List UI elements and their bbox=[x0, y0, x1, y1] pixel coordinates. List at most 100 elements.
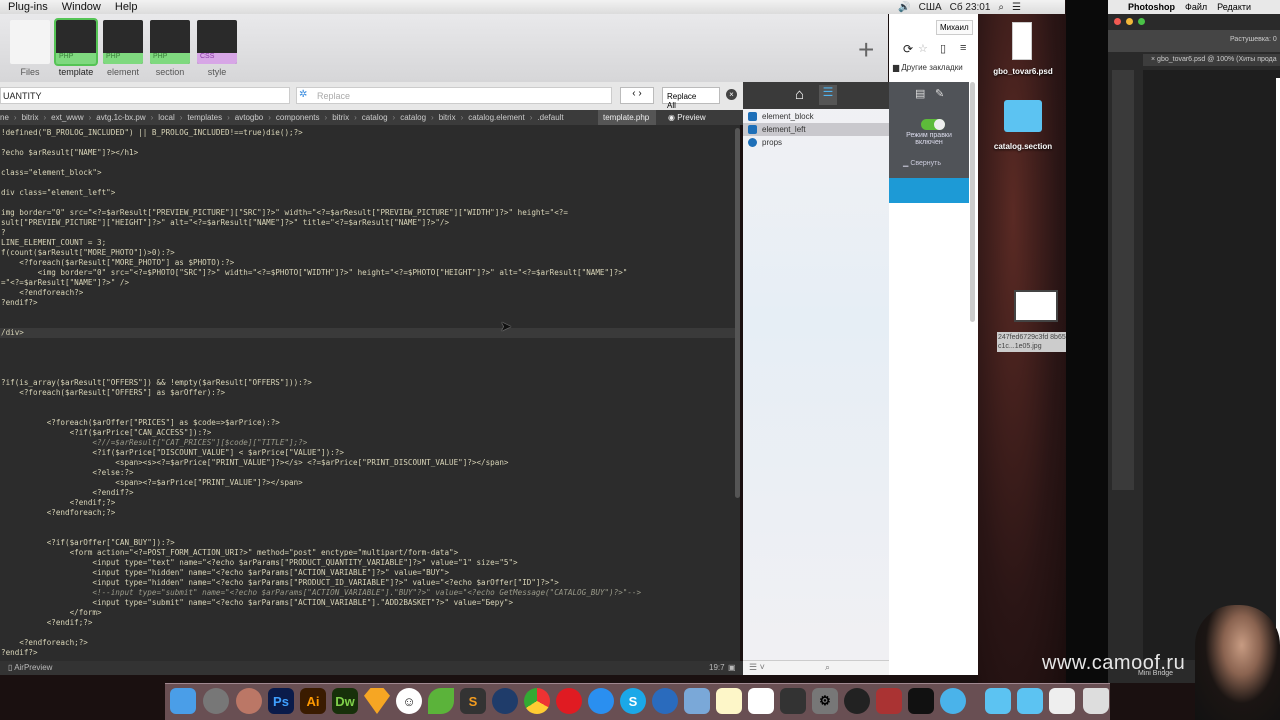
cloud-icon[interactable] bbox=[940, 688, 966, 714]
breadcrumb-item[interactable]: catalog.element bbox=[468, 113, 524, 122]
clock[interactable]: Сб 23:01 bbox=[950, 2, 991, 13]
photoshop-toolbox[interactable] bbox=[1112, 70, 1134, 490]
launchpad-icon[interactable] bbox=[203, 688, 229, 714]
folder-icon[interactable] bbox=[985, 688, 1011, 714]
side-item[interactable]: element_block bbox=[743, 110, 889, 123]
safari-icon[interactable] bbox=[588, 688, 614, 714]
desktop-file-label[interactable]: gbo_tovar6.psd bbox=[984, 67, 1062, 76]
panel-icon[interactable]: ▤ bbox=[915, 87, 925, 100]
smiley-icon[interactable]: ☺ bbox=[396, 688, 422, 714]
search-icon[interactable]: ⌕ bbox=[825, 662, 830, 673]
menu-icon[interactable]: ☰ ˅ bbox=[749, 662, 765, 673]
menu-file[interactable]: Файл bbox=[1185, 2, 1207, 12]
quicktime-icon[interactable] bbox=[492, 688, 518, 714]
breadcrumb-item[interactable]: avtogbo bbox=[235, 113, 263, 122]
psd-file-icon[interactable] bbox=[1012, 22, 1032, 60]
menu-icon[interactable]: ≡ bbox=[960, 42, 966, 54]
star-icon[interactable]: ☆ bbox=[918, 42, 928, 55]
illustrator-dock-icon[interactable]: Ai bbox=[300, 688, 326, 714]
final-cut-icon[interactable] bbox=[780, 688, 806, 714]
find-nav-buttons[interactable]: ‹ › bbox=[620, 87, 654, 104]
replace-all-button[interactable]: All bbox=[667, 101, 676, 110]
replace-button[interactable]: Replace bbox=[667, 92, 696, 101]
volume-icon[interactable]: 🔊 bbox=[898, 2, 910, 13]
current-file-crumb[interactable]: template.php bbox=[598, 110, 656, 125]
replace-input[interactable]: Replace bbox=[296, 87, 612, 104]
stack-icon[interactable] bbox=[1049, 688, 1075, 714]
add-tab-button[interactable]: + bbox=[858, 34, 874, 66]
tab-files[interactable]: Files bbox=[10, 20, 50, 77]
image-file-label[interactable]: 247fed6729c3fd 8b65c1c...1e05.jpg bbox=[997, 332, 1067, 352]
code-editor[interactable]: !defined("B_PROLOG_INCLUDED") || B_PROLO… bbox=[0, 125, 740, 661]
finder-icon[interactable] bbox=[170, 688, 196, 714]
obs-icon[interactable] bbox=[844, 688, 870, 714]
close-find-icon[interactable]: × bbox=[726, 89, 737, 100]
collapse-button[interactable]: ▁ Свернуть bbox=[903, 159, 941, 167]
opera-icon[interactable] bbox=[556, 688, 582, 714]
tab-template[interactable]: PHP template bbox=[54, 18, 98, 77]
photoshop-canvas[interactable] bbox=[1143, 70, 1280, 660]
breadcrumb-item[interactable]: catalog bbox=[362, 113, 388, 122]
reminders-icon[interactable] bbox=[748, 688, 774, 714]
breadcrumb-item[interactable]: catalog bbox=[400, 113, 426, 122]
breadcrumb-item[interactable]: bitrix bbox=[22, 113, 39, 122]
preview-button[interactable]: ◉ Preview bbox=[668, 110, 706, 125]
photoshop-dock-icon[interactable]: Ps bbox=[268, 688, 294, 714]
breadcrumb-item[interactable]: ext_www bbox=[51, 113, 83, 122]
chrome-icon[interactable] bbox=[524, 688, 550, 714]
trash-icon[interactable] bbox=[1083, 688, 1109, 714]
airpreview-label[interactable]: ▯ AirPreview bbox=[8, 663, 52, 672]
close-window-button[interactable] bbox=[1114, 18, 1121, 25]
webcam-icon[interactable] bbox=[908, 688, 934, 714]
sublime-dock-icon[interactable]: S bbox=[460, 688, 486, 714]
folder-icon[interactable] bbox=[1004, 100, 1042, 132]
find-input[interactable]: UANTITY bbox=[0, 87, 290, 104]
play-icon[interactable]: ▣ bbox=[728, 663, 736, 672]
app-name[interactable]: Photoshop bbox=[1128, 2, 1175, 12]
tab-element[interactable]: PHP element bbox=[103, 20, 143, 77]
regex-icon[interactable]: ✲ bbox=[299, 89, 307, 100]
messenger-icon[interactable] bbox=[652, 688, 678, 714]
list-icon[interactable]: ☰ bbox=[1012, 2, 1021, 13]
search-icon[interactable]: ⌕ bbox=[998, 2, 1004, 13]
outline-icon[interactable]: ☰ bbox=[819, 85, 837, 105]
phone-icon[interactable]: ▯ bbox=[940, 42, 946, 55]
bookmarks-folder[interactable]: ▆ Другие закладки bbox=[893, 63, 963, 72]
pin-icon[interactable]: ✎ bbox=[935, 87, 944, 100]
breadcrumb-item[interactable]: bitrix bbox=[439, 113, 456, 122]
keyboard-layout[interactable]: США bbox=[919, 2, 942, 13]
home-icon[interactable]: ⌂ bbox=[795, 86, 804, 103]
minimize-window-button[interactable] bbox=[1126, 18, 1133, 25]
edit-mode-toggle[interactable] bbox=[921, 119, 945, 130]
menu-window[interactable]: Window bbox=[62, 1, 101, 13]
editor-scrollbar[interactable] bbox=[735, 128, 740, 498]
breadcrumb-item[interactable]: bitrix bbox=[332, 113, 349, 122]
mail-icon[interactable] bbox=[684, 688, 710, 714]
dreamweaver-dock-icon[interactable]: Dw bbox=[332, 688, 358, 714]
leaf-icon[interactable] bbox=[428, 688, 454, 714]
document-tab[interactable]: × gbo_tovar6.psd @ 100% (Хиты прода bbox=[1143, 54, 1280, 66]
desktop-folder-label[interactable]: catalog.section bbox=[984, 142, 1062, 151]
tab-section[interactable]: PHP section bbox=[150, 20, 190, 77]
menu-edit[interactable]: Редакти bbox=[1217, 2, 1251, 12]
system-preferences-icon[interactable]: ⚙ bbox=[812, 688, 838, 714]
breadcrumb-item[interactable]: components bbox=[276, 113, 320, 122]
notes-icon[interactable] bbox=[716, 688, 742, 714]
profile-button[interactable]: Михаил bbox=[936, 20, 973, 35]
browser-scrollbar[interactable] bbox=[970, 82, 975, 322]
image-file-icon[interactable] bbox=[1014, 290, 1058, 322]
breadcrumb-item[interactable]: templates bbox=[187, 113, 222, 122]
side-item[interactable]: element_left bbox=[743, 123, 889, 136]
side-item[interactable]: props bbox=[743, 136, 889, 149]
skype-icon[interactable]: S bbox=[620, 688, 646, 714]
folder-icon[interactable] bbox=[1017, 688, 1043, 714]
breadcrumb-item[interactable]: local bbox=[158, 113, 174, 122]
zoom-window-button[interactable] bbox=[1138, 18, 1145, 25]
menu-plugins[interactable]: Plug-ins bbox=[8, 1, 48, 13]
app-icon[interactable] bbox=[876, 688, 902, 714]
breadcrumb-item[interactable]: avtg.1c-bx.pw bbox=[96, 113, 145, 122]
reload-icon[interactable]: ⟳ bbox=[903, 42, 913, 56]
app-icon[interactable] bbox=[236, 688, 262, 714]
tab-style[interactable]: CSS style bbox=[197, 20, 237, 77]
breadcrumb-item[interactable]: .default bbox=[537, 113, 563, 122]
